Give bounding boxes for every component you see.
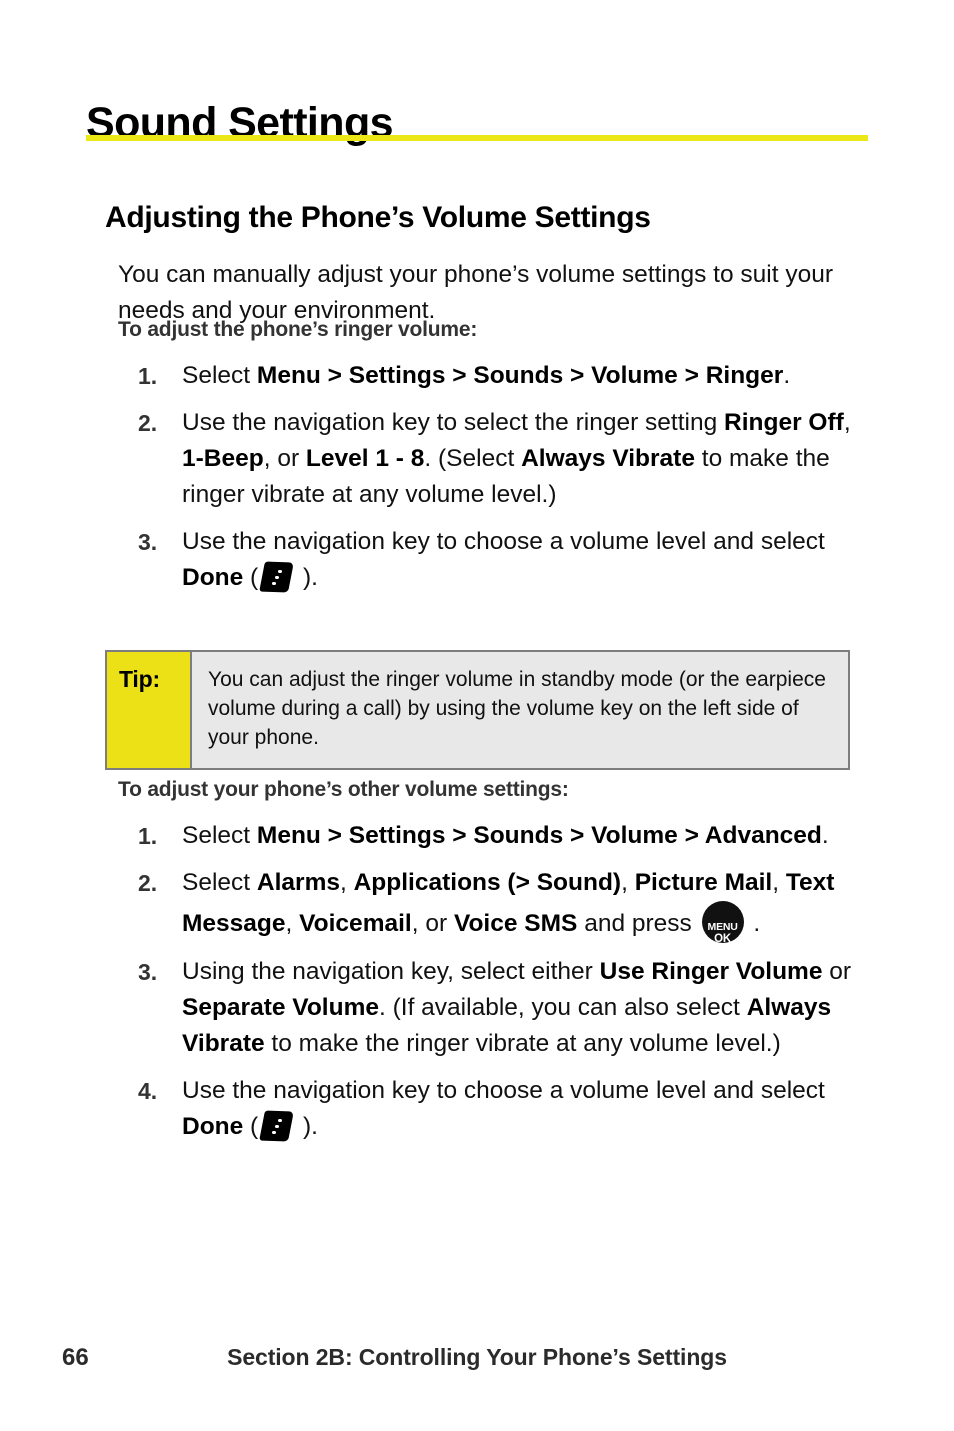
step-text: Use the navigation key to choose a volum…: [182, 528, 825, 555]
step-text: (: [243, 1113, 259, 1140]
step-emphasis: Separate Volume: [182, 994, 379, 1021]
step-number: 1.: [138, 823, 158, 849]
procedure-ringer-volume: To adjust the phone’s ringer volume: 1. S…: [118, 318, 878, 607]
step-emphasis: Done: [182, 564, 244, 591]
tip-body-text: You can adjust the ringer volume in stan…: [208, 668, 826, 749]
step-text: , or: [411, 910, 454, 937]
step-text: . (Select: [424, 445, 522, 472]
tip-callout: Tip: You can adjust the ringer volume in…: [105, 650, 850, 770]
step-text: ,: [285, 910, 300, 937]
step-number: 4.: [138, 1078, 158, 1104]
step-emphasis: 1-Beep: [182, 445, 264, 472]
step-text: . (If available, you can also select: [378, 994, 747, 1021]
step-text: ).: [296, 564, 318, 591]
document-page: Sound Settings Adjusting the Phone’s Vol…: [0, 0, 954, 1431]
procedure-step: 3. Using the navigation key, select eithe…: [118, 954, 878, 1062]
step-text: .: [746, 910, 761, 937]
step-emphasis: Ringer Off: [724, 409, 844, 436]
step-number: 2.: [138, 410, 158, 436]
step-emphasis: Voicemail: [299, 910, 412, 937]
tip-label: Tip:: [119, 666, 160, 692]
step-text: ,: [843, 409, 851, 436]
procedure-title: To adjust the phone’s ringer volume:: [118, 318, 478, 341]
step-list: 1. Select Menu > Settings > Sounds > Volu…: [118, 358, 878, 596]
step-text: Use the navigation key to choose a volum…: [182, 1077, 825, 1104]
step-text: , or: [263, 445, 306, 472]
procedure-step: 3. Use the navigation key to choose a vol…: [118, 524, 878, 596]
step-number: 3.: [138, 529, 158, 555]
step-text: ,: [772, 869, 786, 896]
tip-label-cell: Tip:: [107, 652, 192, 768]
step-text: ).: [296, 1113, 318, 1140]
footer-section-label: Section 2B: Controlling Your Phone’s Set…: [227, 1344, 727, 1370]
step-emphasis: Alarms: [256, 869, 340, 896]
step-number: 3.: [138, 959, 158, 985]
procedure-other-volume-settings: To adjust your phone’s other volume sett…: [118, 778, 878, 1156]
step-emphasis: Voice SMS: [453, 910, 578, 937]
menu-ok-key-icon: MENU OK: [701, 901, 744, 945]
step-text: and press: [577, 910, 699, 937]
step-number: 2.: [138, 870, 158, 896]
step-text: Select: [182, 362, 257, 389]
step-text: ,: [621, 869, 635, 896]
procedure-step: 1. Select Menu > Settings > Sounds > Volu…: [118, 818, 878, 854]
procedure-step: 1. Select Menu > Settings > Sounds > Volu…: [118, 358, 878, 394]
step-emphasis: Always Vibrate: [521, 445, 695, 472]
step-text: .: [821, 822, 829, 849]
step-text: or: [822, 958, 852, 985]
step-text: ,: [339, 869, 354, 896]
step-text: Select: [182, 869, 257, 896]
procedure-step: 2. Select Alarms, Applications (> Sound),…: [118, 865, 878, 945]
section-heading: Adjusting the Phone’s Volume Settings: [105, 200, 651, 234]
step-emphasis: Picture Mail: [634, 869, 773, 896]
procedure-step: 4. Use the navigation key to choose a vol…: [118, 1073, 878, 1145]
step-emphasis: Done: [182, 1113, 244, 1140]
step-text: Select: [182, 822, 257, 849]
procedure-title: To adjust your phone’s other volume sett…: [118, 778, 569, 801]
procedure-step: 2. Use the navigation key to select the r…: [118, 405, 878, 513]
step-emphasis: Menu > Settings > Sounds > Volume > Ring…: [256, 362, 784, 389]
step-text: to make the ringer vibrate at any volume…: [264, 1030, 781, 1057]
softkey-done-icon: [259, 1110, 295, 1142]
step-list: 1. Select Menu > Settings > Sounds > Volu…: [118, 818, 878, 1145]
softkey-done-icon: [259, 561, 295, 593]
step-emphasis: Menu > Settings > Sounds > Volume > Adva…: [256, 822, 822, 849]
step-text: .: [783, 362, 791, 389]
step-emphasis: Level 1 - 8: [305, 445, 425, 472]
step-number: 1.: [138, 363, 158, 389]
step-text: (: [243, 564, 259, 591]
title-underline-rule: [86, 135, 868, 141]
footer-page-number: 66: [62, 1344, 89, 1371]
step-emphasis: Use Ringer Volume: [599, 958, 823, 985]
step-emphasis: Applications (> Sound): [353, 869, 622, 896]
step-text: Using the navigation key, select either: [182, 958, 600, 985]
step-text: Use the navigation key to select the rin…: [182, 409, 725, 436]
